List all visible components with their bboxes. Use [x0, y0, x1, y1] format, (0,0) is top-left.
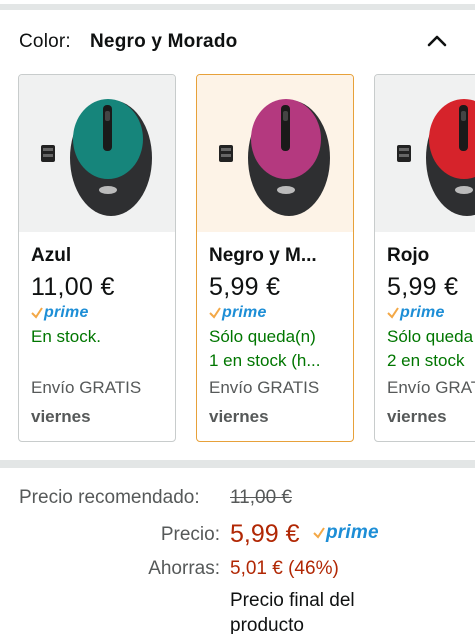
mouse-product-image — [397, 99, 475, 216]
mouse-product-image — [219, 99, 330, 216]
prime-badge: prime — [313, 522, 379, 543]
usb-receiver-icon — [219, 145, 233, 162]
savings-value: 5,01 € (46%) — [230, 558, 339, 579]
usb-receiver-icon — [41, 145, 55, 162]
prime-check-icon — [313, 527, 325, 539]
recommended-price-label: Precio recomendado: — [19, 487, 200, 508]
stock-count: 2 en stock — [387, 351, 465, 370]
price-label: Precio: — [160, 524, 220, 545]
selected-color-value: Negro y Morado — [90, 31, 238, 52]
prime-badge: prime — [209, 303, 347, 323]
variant-card-rojo[interactable]: Rojo 5,99 € prime Sólo queda 2 en stock … — [374, 74, 475, 442]
shipping-info: Envío GRATIS — [209, 378, 320, 397]
usb-receiver-icon — [397, 145, 411, 162]
final-price-note-line1: Precio final del — [230, 590, 355, 611]
variant-card-negro-y-morado[interactable]: Negro y M... 5,99 € prime Sólo queda(n) … — [196, 74, 354, 442]
stock-status: En stock. — [31, 327, 101, 346]
delivery-day: viernes — [209, 407, 269, 426]
prime-check-icon — [31, 307, 43, 319]
savings-label: Ahorras: — [148, 558, 220, 579]
variant-name: Negro y M... — [209, 245, 317, 266]
delivery-day: viernes — [31, 407, 91, 426]
final-price-note-line2: producto — [230, 615, 304, 634]
price-value: 5,99 € — [230, 520, 300, 548]
shipping-info: Envío GRAT — [387, 378, 475, 397]
color-selector-header[interactable]: Color: Negro y Morado — [0, 10, 475, 74]
color-variant-carousel[interactable]: Azul 11,00 € prime En stock. Envío GRATI… — [0, 74, 475, 444]
variant-image — [375, 75, 475, 232]
delivery-day: viernes — [387, 407, 447, 426]
top-divider — [0, 0, 475, 10]
variant-image — [197, 75, 353, 232]
variant-name: Azul — [31, 245, 72, 266]
stock-status: Sólo queda — [387, 327, 474, 346]
color-label: Color: — [19, 31, 71, 52]
variant-price: 11,00 € — [31, 273, 115, 301]
prime-badge: prime — [31, 303, 169, 323]
prime-check-icon — [209, 307, 221, 319]
variant-image — [19, 75, 175, 232]
chevron-up-icon[interactable] — [425, 30, 449, 52]
variant-card-azul[interactable]: Azul 11,00 € prime En stock. Envío GRATI… — [18, 74, 176, 442]
variant-name: Rojo — [387, 245, 430, 266]
stock-status: Sólo queda(n) — [209, 327, 316, 346]
variant-price: 5,99 € — [387, 273, 459, 301]
variant-price: 5,99 € — [209, 273, 281, 301]
stock-count: 1 en stock (h... — [209, 351, 321, 370]
prime-check-icon — [387, 307, 399, 319]
shipping-info: Envío GRATIS — [31, 378, 142, 397]
mouse-product-image — [41, 99, 152, 216]
recommended-price-value: 11,00 € — [230, 487, 292, 508]
prime-badge: prime — [387, 303, 475, 323]
section-divider — [0, 460, 475, 468]
